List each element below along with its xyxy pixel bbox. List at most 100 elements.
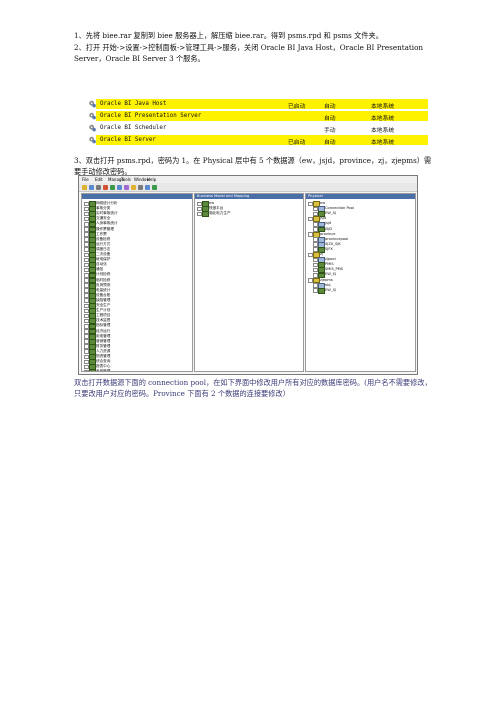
menu-item-edit[interactable]: Edit [95, 177, 103, 182]
toolbar-button-icon[interactable] [82, 184, 87, 190]
expand-icon[interactable] [84, 262, 89, 268]
service-name: Oracle BI Presentation Server [100, 112, 202, 119]
menu-item-help[interactable]: Help [147, 177, 156, 182]
expand-icon[interactable] [84, 288, 89, 293]
service-row[interactable]: Oracle BI Java Host 已启动 自动 本地系统 [88, 99, 428, 110]
service-name: Oracle BI Java Host [100, 100, 167, 107]
expand-icon[interactable] [84, 201, 89, 207]
tree-item-label: SJFX [325, 246, 333, 251]
expand-icon[interactable] [84, 313, 89, 319]
expand-icon[interactable] [84, 318, 89, 324]
step-3-instruction-text: 双击打开数据源下面的 connection pool，在如下界面中修改用户所有对… [74, 378, 432, 398]
expand-icon[interactable] [313, 221, 318, 227]
folder-icon [89, 369, 96, 371]
service-row[interactable]: Oracle BI Scheduler 手动 本地系统 [88, 123, 428, 134]
expand-icon[interactable] [84, 354, 89, 360]
step-1-text: 1、先将 biee.rar 复制到 biee 服务器上，解压缩 biee.rar… [74, 31, 383, 40]
tree-item-label: EW_SJ [325, 211, 336, 216]
expand-icon[interactable] [308, 252, 313, 258]
service-row[interactable]: Oracle BI Presentation Server 自动 本地系统 [88, 111, 428, 122]
expand-icon[interactable] [84, 323, 89, 329]
expand-icon[interactable] [84, 308, 89, 314]
expand-icon[interactable] [308, 278, 313, 283]
presentation-pane: 网络统计分析 事故分类 实时事故统计 交通安全 人身事故统计 操作票管理 工作票 设备检修 运行… [81, 193, 193, 372]
expand-icon[interactable] [84, 216, 89, 222]
expand-icon[interactable] [313, 283, 318, 288]
service-status: 已启动 [288, 103, 306, 110]
toolbar-button-icon[interactable] [152, 184, 157, 190]
expand-icon[interactable] [84, 329, 89, 334]
toolbar-button-icon[interactable] [89, 184, 94, 190]
expand-icon[interactable] [84, 252, 89, 258]
expand-icon[interactable] [84, 359, 89, 365]
admin-tool-screenshot: File Edit Manage Tools Window Help 网络统计分析 事故分类… [78, 175, 418, 375]
service-name: Oracle BI Scheduler [100, 124, 167, 131]
toolbar-button-icon[interactable] [138, 184, 143, 190]
expand-icon[interactable] [84, 303, 89, 309]
toolbar-button-icon[interactable] [117, 184, 122, 190]
expand-icon[interactable] [84, 221, 89, 227]
toolbar-button-icon[interactable] [145, 184, 150, 190]
expand-icon[interactable] [84, 283, 89, 288]
business-model-pane: Business Model and Mapping ew 快报平台 湖北电力生产 [194, 193, 304, 372]
expand-icon[interactable] [84, 232, 89, 237]
expand-icon[interactable] [313, 206, 318, 212]
expand-icon[interactable] [313, 257, 318, 263]
gear-icon [89, 112, 96, 120]
expand-icon[interactable] [84, 344, 89, 349]
expand-icon[interactable] [84, 339, 89, 344]
service-row[interactable]: Oracle BI Server 已启动 自动 本地系统 [88, 135, 428, 146]
expand-icon[interactable] [313, 262, 318, 268]
business-model-pane-title: Business Model and Mapping [195, 194, 303, 199]
expand-icon[interactable] [84, 257, 89, 263]
expand-icon[interactable] [84, 293, 89, 298]
toolbar-button-icon[interactable] [124, 184, 129, 190]
service-startup-type: 自动 [324, 139, 336, 146]
service-logon-as: 本地系统 [371, 127, 395, 134]
expand-icon[interactable] [84, 369, 89, 371]
expand-icon[interactable] [84, 298, 89, 304]
tree-item-label: 湖北电力生产 [209, 211, 231, 216]
service-status: 已启动 [288, 139, 306, 146]
expand-icon[interactable] [84, 206, 89, 212]
menu-item-tools[interactable]: Tools [121, 177, 131, 182]
toolbar-button-icon[interactable] [131, 184, 136, 190]
expand-icon[interactable] [197, 206, 202, 212]
expand-icon[interactable] [197, 211, 202, 217]
menu-item-file[interactable]: File [82, 177, 89, 182]
expand-icon[interactable] [84, 247, 89, 253]
expand-icon[interactable] [84, 364, 89, 370]
expand-icon[interactable] [84, 242, 89, 247]
toolbar-button-icon[interactable] [103, 184, 108, 190]
menu-bar: File Edit Manage Tools Window Help [79, 176, 417, 183]
toolbar-button-icon[interactable] [110, 184, 115, 190]
expand-icon[interactable] [84, 334, 89, 339]
toolbar-button-icon[interactable] [96, 184, 101, 190]
service-logon-as: 本地系统 [371, 103, 395, 110]
toolbar [79, 183, 417, 192]
services-screenshot: Oracle BI Java Host 已启动 自动 本地系统 Oracle BI Pr… [88, 99, 428, 147]
expand-icon[interactable] [84, 278, 89, 283]
expand-icon[interactable] [84, 272, 89, 278]
expand-icon[interactable] [308, 201, 313, 207]
expand-icon[interactable] [313, 288, 318, 293]
physical-pane: Physical ew Connection Pool EW_SJ jsjd jsjd J… [305, 193, 416, 372]
expand-icon[interactable] [84, 237, 89, 242]
expand-icon[interactable] [84, 227, 89, 232]
expand-icon[interactable] [313, 237, 318, 242]
tree-item-label: 系统管理 [96, 369, 111, 372]
step-3-text: 3、双击打开 psms.rpd，密码为 1。在 Physical 层中有 5 个… [74, 156, 432, 176]
expand-icon[interactable] [84, 211, 89, 217]
expand-icon[interactable] [313, 267, 318, 273]
expand-icon[interactable] [197, 201, 202, 207]
gear-icon [89, 100, 96, 108]
expand-icon[interactable] [308, 216, 313, 222]
expand-icon[interactable] [308, 232, 313, 237]
gear-icon [89, 124, 96, 132]
expand-icon[interactable] [84, 349, 89, 355]
service-logon-as: 本地系统 [371, 115, 395, 122]
service-startup-type: 手动 [324, 127, 336, 134]
service-startup-type: 自动 [324, 115, 336, 122]
expand-icon[interactable] [84, 267, 89, 273]
expand-icon[interactable] [313, 242, 318, 247]
